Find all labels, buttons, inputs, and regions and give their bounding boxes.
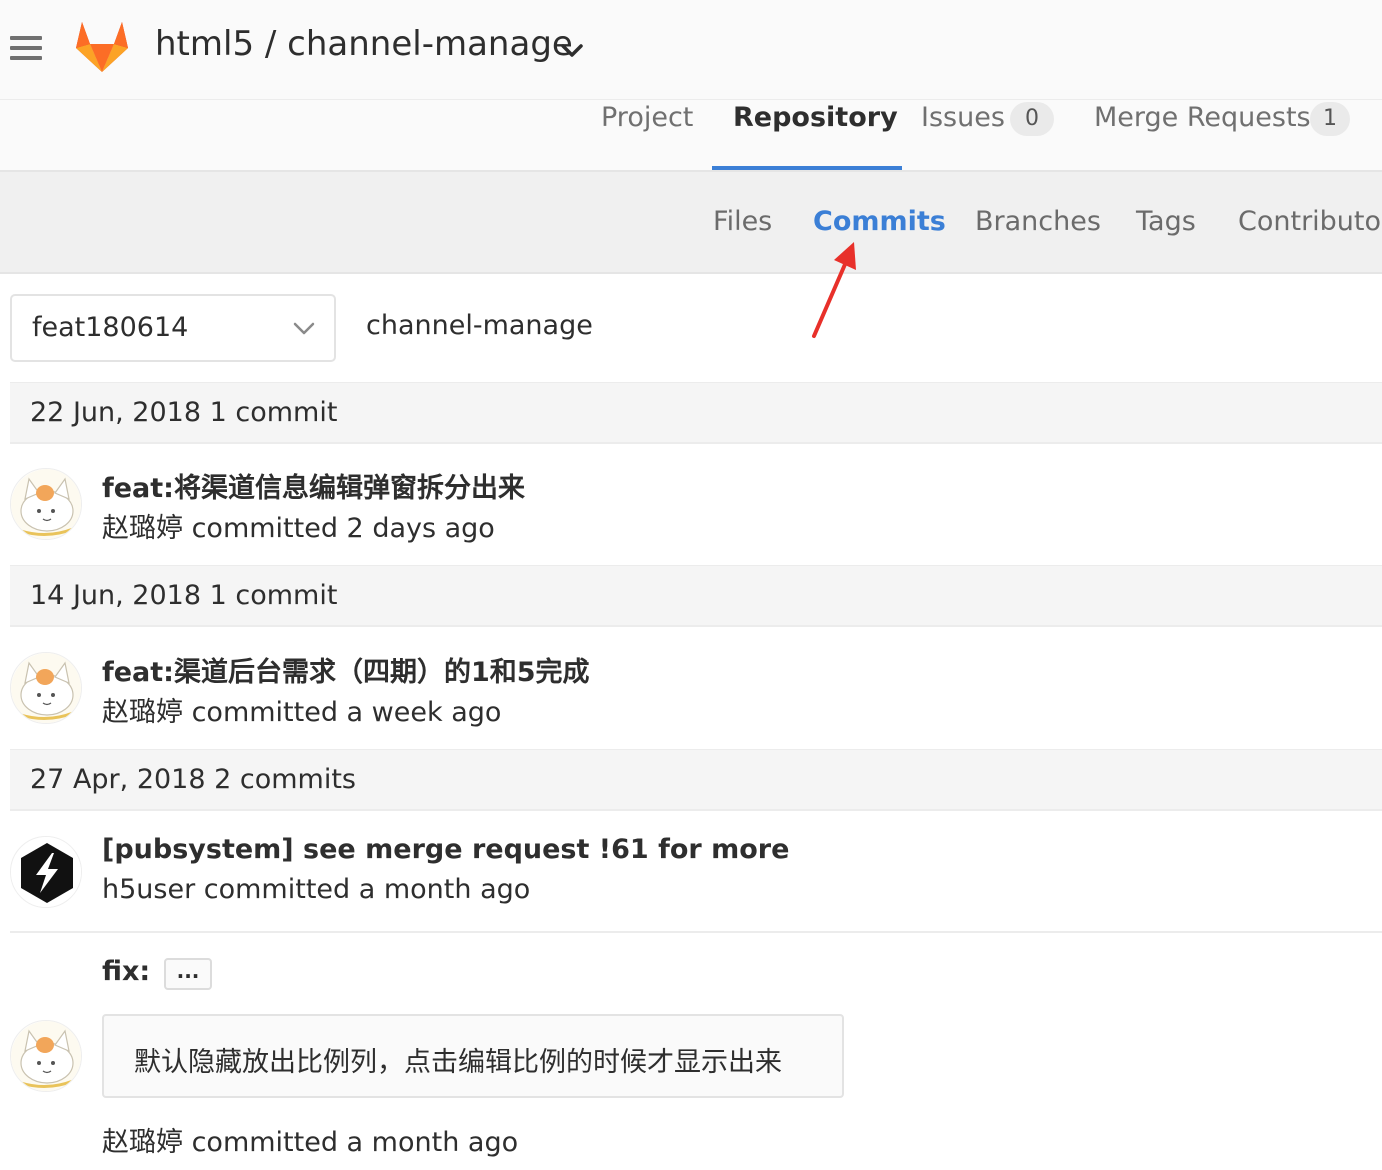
primary-nav: Project Repository Issues 0 Merge Reques… bbox=[0, 100, 1382, 172]
avatar[interactable] bbox=[10, 836, 82, 908]
chevron-down-icon[interactable] bbox=[560, 42, 584, 60]
commit-title[interactable]: feat:渠道后台需求（四期）的1和5完成 bbox=[102, 650, 590, 689]
subtab-files[interactable]: Files bbox=[713, 206, 772, 237]
commit-description: 默认隐藏放出比例列，点击编辑比例的时候才显示出来 bbox=[102, 1014, 844, 1098]
day-header: 14 Jun, 2018 1 commit bbox=[10, 565, 1382, 627]
gitlab-logo[interactable] bbox=[72, 18, 132, 74]
active-tab-indicator bbox=[712, 166, 902, 170]
commit-meta: h5user committed a month ago bbox=[102, 874, 531, 905]
commit-title[interactable]: [pubsystem] see merge request !61 for mo… bbox=[102, 834, 789, 865]
subtab-contributors[interactable]: Contributor bbox=[1238, 206, 1382, 237]
toggle-description-button[interactable]: ... bbox=[164, 958, 212, 990]
avatar[interactable] bbox=[10, 652, 82, 724]
commit-divider bbox=[10, 931, 1382, 933]
repo-breadcrumb[interactable]: channel-manage bbox=[366, 310, 593, 341]
menu-icon[interactable] bbox=[10, 36, 42, 62]
sub-nav: Files Commits Branches Tags Contributor bbox=[0, 172, 1382, 274]
project-title[interactable]: html5 / channel-manage bbox=[155, 24, 573, 64]
chevron-down-icon bbox=[293, 322, 315, 335]
subtab-commits[interactable]: Commits bbox=[813, 206, 946, 237]
commit-title[interactable]: feat:将渠道信息编辑弹窗拆分出来 bbox=[102, 466, 525, 505]
commit-title[interactable]: fix: bbox=[102, 956, 150, 987]
day-header: 27 Apr, 2018 2 commits bbox=[10, 749, 1382, 811]
avatar[interactable] bbox=[10, 1020, 82, 1092]
branch-selector-value: feat180614 bbox=[32, 312, 189, 343]
group-name[interactable]: html5 bbox=[155, 24, 254, 64]
commit-meta: 赵璐婷 committed 2 days ago bbox=[102, 513, 495, 544]
merge-requests-count-badge: 1 bbox=[1310, 102, 1350, 136]
subtab-tags[interactable]: Tags bbox=[1136, 206, 1196, 237]
commit-meta: 赵璐婷 committed a month ago bbox=[102, 1127, 519, 1158]
day-header: 22 Jun, 2018 1 commit bbox=[10, 382, 1382, 444]
issues-count-badge: 0 bbox=[1010, 102, 1054, 136]
annotation-arrow bbox=[812, 242, 856, 338]
avatar[interactable] bbox=[10, 468, 82, 540]
commit-meta: 赵璐婷 committed a week ago bbox=[102, 697, 502, 728]
subtab-branches[interactable]: Branches bbox=[975, 206, 1101, 237]
branch-selector[interactable]: feat180614 bbox=[10, 294, 336, 362]
top-header: html5 / channel-manage bbox=[0, 0, 1382, 100]
project-name[interactable]: channel-manage bbox=[287, 24, 573, 64]
title-separator: / bbox=[264, 24, 277, 64]
